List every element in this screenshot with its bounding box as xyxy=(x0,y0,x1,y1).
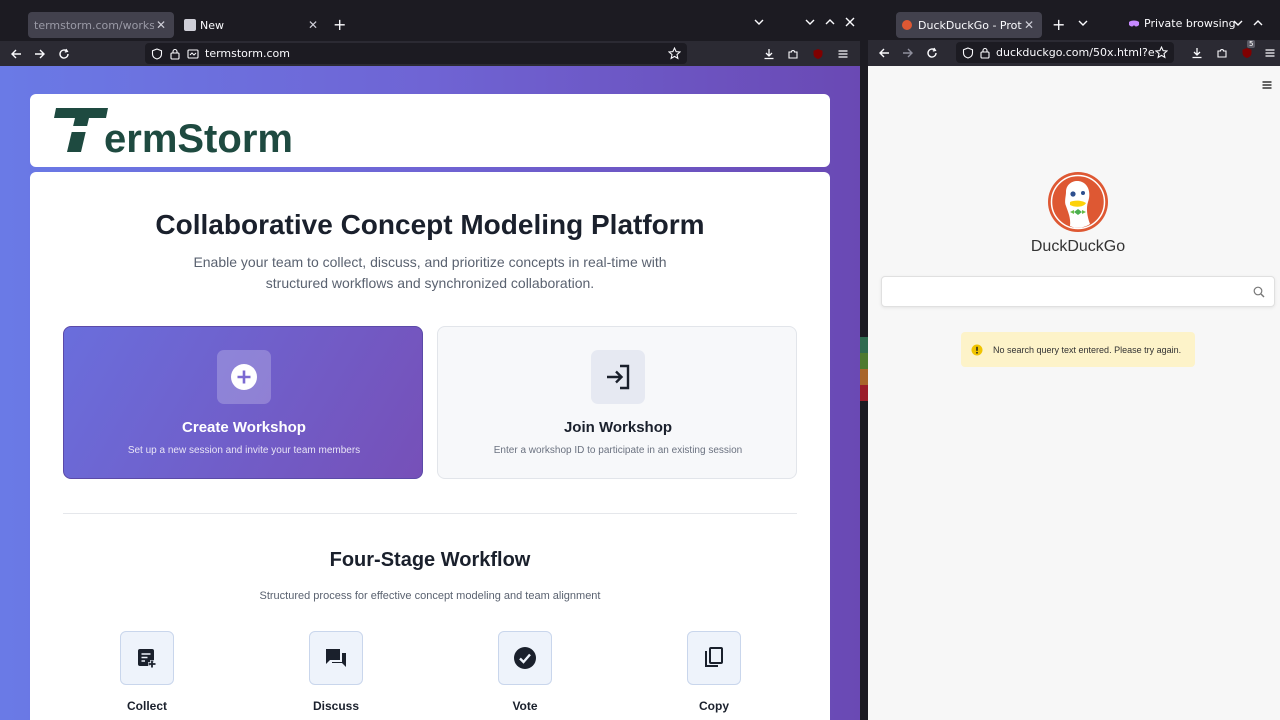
window-gap xyxy=(860,0,868,720)
page-info-icon[interactable] xyxy=(187,48,199,60)
copy-icon xyxy=(687,631,741,685)
tab-label: New xyxy=(200,18,224,32)
tab-label: DuckDuckGo - Protectio xyxy=(918,18,1022,32)
note-add-icon xyxy=(120,631,174,685)
duckduckgo-favicon xyxy=(902,20,912,30)
lock-icon[interactable] xyxy=(980,47,990,59)
back-icon[interactable] xyxy=(874,43,894,63)
list-tabs-icon[interactable] xyxy=(753,16,765,28)
reload-icon[interactable] xyxy=(54,44,74,64)
extension-badge: 5 xyxy=(1247,40,1256,48)
stage-label: Discuss xyxy=(312,699,360,713)
stage-label: Copy xyxy=(699,699,729,713)
menu-icon[interactable] xyxy=(1260,43,1280,63)
tab-duckduckgo[interactable]: DuckDuckGo - Protectio ✕ xyxy=(896,12,1042,38)
duckduckgo-page: DuckDuckGo No search query text entered.… xyxy=(868,66,1280,720)
hamburger-menu-icon[interactable] xyxy=(1261,79,1273,91)
private-mask-icon xyxy=(1128,19,1140,29)
reload-icon[interactable] xyxy=(922,43,942,63)
alert-text: No search query text entered. Please try… xyxy=(993,344,1182,355)
check-circle-icon xyxy=(498,631,552,685)
back-icon[interactable] xyxy=(6,44,26,64)
url-text: termstorm.com xyxy=(205,47,290,60)
tab-termstorm[interactable]: termstorm.com/workshop/ ✕ xyxy=(28,12,174,38)
bookmark-star-icon[interactable] xyxy=(1155,46,1168,59)
logo-header: ermStorm xyxy=(30,94,830,167)
join-workshop-card[interactable]: Join Workshop Enter a workshop ID to par… xyxy=(437,326,797,479)
maximize-icon[interactable] xyxy=(1252,17,1264,29)
ublock-icon[interactable] xyxy=(808,44,828,64)
shield-icon[interactable] xyxy=(962,46,974,59)
right-nav-toolbar: duckduckgo.com/50x.html?e=2 5 xyxy=(868,40,1280,66)
list-tabs-icon[interactable] xyxy=(1077,17,1089,29)
left-url-bar[interactable]: termstorm.com xyxy=(145,43,687,64)
page-subtitle: Enable your team to collect, discuss, an… xyxy=(193,254,667,291)
page-title: Collaborative Concept Modeling Platform xyxy=(155,209,705,240)
downloads-icon[interactable] xyxy=(1187,43,1207,63)
color-mark xyxy=(860,385,868,401)
login-arrow-icon xyxy=(591,350,645,404)
close-tab-icon[interactable]: ✕ xyxy=(154,18,168,32)
no-query-alert: No search query text entered. Please try… xyxy=(961,332,1195,367)
maximize-icon[interactable] xyxy=(824,16,836,28)
forum-icon xyxy=(309,631,363,685)
left-tab-strip: termstorm.com/workshop/ ✕ New ✕ + xyxy=(0,0,860,41)
section-divider xyxy=(63,513,797,514)
create-workshop-description: Set up a new session and invite your tea… xyxy=(127,445,361,456)
left-nav-toolbar: termstorm.com xyxy=(0,41,860,66)
plus-circle-icon xyxy=(217,350,271,404)
termstorm-logo[interactable]: ermStorm xyxy=(54,106,294,156)
warning-icon xyxy=(971,344,983,356)
search-box xyxy=(881,276,1275,307)
extensions-icon[interactable] xyxy=(783,44,803,64)
duckduckgo-wordmark: DuckDuckGo xyxy=(1030,238,1126,255)
color-mark xyxy=(860,353,868,369)
menu-icon[interactable] xyxy=(833,44,853,64)
bookmark-star-icon[interactable] xyxy=(668,47,681,60)
stage-label: Collect xyxy=(126,699,167,713)
join-workshop-description: Enter a workshop ID to participate in an… xyxy=(493,445,743,456)
tab-new[interactable]: New ✕ xyxy=(178,12,326,38)
extensions-icon[interactable] xyxy=(1212,43,1232,63)
color-mark xyxy=(860,369,868,385)
workflow-subtitle: Structured process for effective concept… xyxy=(259,590,601,602)
right-url-bar[interactable]: duckduckgo.com/50x.html?e=2 xyxy=(956,42,1174,63)
duckduckgo-logo-icon[interactable] xyxy=(1048,172,1108,232)
termstorm-page: ermStorm Collaborative Concept Modeling … xyxy=(0,66,860,720)
minimize-icon[interactable] xyxy=(1232,17,1244,29)
search-input[interactable] xyxy=(890,282,1250,302)
close-tab-icon[interactable]: ✕ xyxy=(1022,18,1036,32)
workflow-title: Four-Stage Workflow xyxy=(329,549,531,571)
private-browsing-indicator: Private browsing xyxy=(1128,17,1236,30)
shield-icon[interactable] xyxy=(151,47,163,60)
color-mark xyxy=(860,337,868,353)
create-workshop-title: Create Workshop xyxy=(182,419,306,436)
forward-icon[interactable] xyxy=(30,44,50,64)
right-tab-strip: DuckDuckGo - Protectio ✕ + Private brows… xyxy=(868,0,1280,40)
svg-text:ermStorm: ermStorm xyxy=(104,117,293,156)
stage-label: Vote xyxy=(512,699,538,713)
page-icon xyxy=(184,19,196,31)
close-window-icon[interactable] xyxy=(844,16,856,28)
ublock-icon[interactable]: 5 xyxy=(1237,40,1257,63)
minimize-icon[interactable] xyxy=(804,16,816,28)
lock-icon[interactable] xyxy=(170,48,180,60)
url-text: duckduckgo.com/50x.html?e=2 xyxy=(996,46,1156,59)
downloads-icon[interactable] xyxy=(759,44,779,64)
join-workshop-title: Join Workshop xyxy=(563,419,673,436)
main-card: Collaborative Concept Modeling Platform … xyxy=(30,172,830,720)
tab-label: termstorm.com/workshop/ xyxy=(34,18,154,32)
close-tab-icon[interactable]: ✕ xyxy=(306,18,320,32)
new-tab-button[interactable]: + xyxy=(1052,15,1065,34)
private-browsing-label: Private browsing xyxy=(1144,17,1236,30)
new-tab-button[interactable]: + xyxy=(333,15,346,34)
search-icon[interactable] xyxy=(1253,286,1265,298)
forward-icon[interactable] xyxy=(898,43,918,63)
create-workshop-card[interactable]: Create Workshop Set up a new session and… xyxy=(63,326,423,479)
